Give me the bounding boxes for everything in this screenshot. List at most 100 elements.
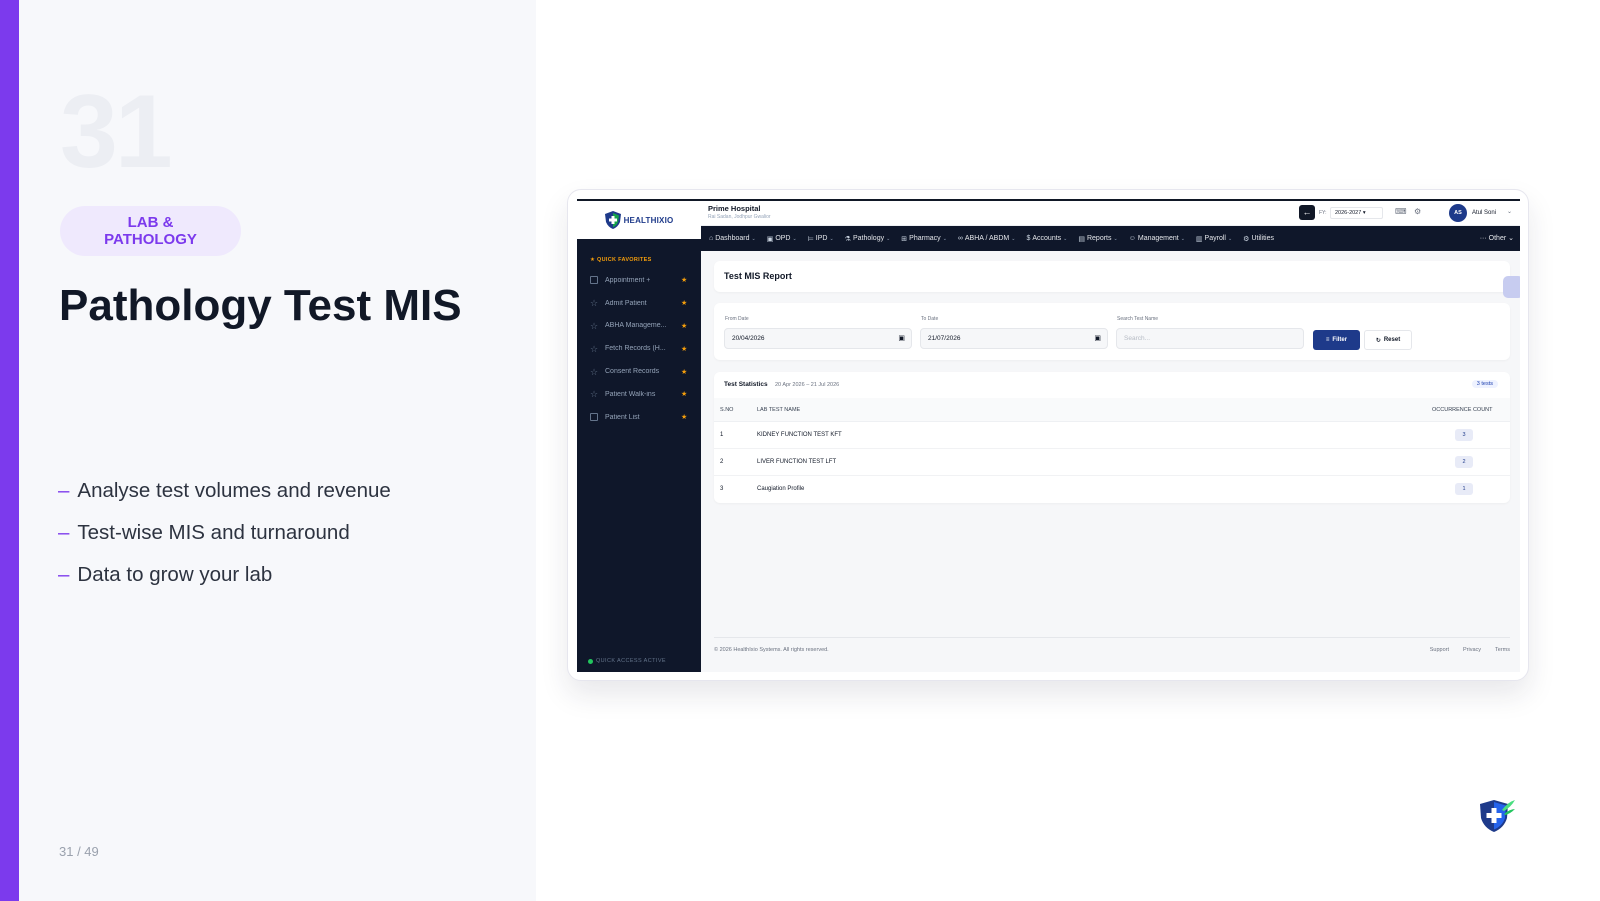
bullet-list: – Analyse test volumes and revenue – Test-… xyxy=(58,470,391,596)
sidebar-item-consent-records[interactable]: ☆ Consent Records ★ xyxy=(577,360,701,383)
nav-dashboard[interactable]: ⌂ Dashboard ⌄ xyxy=(709,235,756,242)
favorite-star-icon[interactable]: ★ xyxy=(681,345,687,353)
nav-label: ABHA / ABDM xyxy=(964,235,1010,242)
statistics-table-card: Test Statistics 20 Apr 2026 – 21 Jul 202… xyxy=(714,372,1510,503)
screenshot-frame: HEALTHIXIO ★ QUICK FAVORITES Appointment… xyxy=(567,189,1529,681)
nav-utilities[interactable]: ⚙ Utilities xyxy=(1243,235,1274,243)
table-header: S.NO LAB TEST NAME OCCURRENCE COUNT xyxy=(714,398,1510,422)
nav-reports[interactable]: ▤ Reports ⌄ xyxy=(1078,235,1117,243)
nav-other-label: ··· Other xyxy=(1479,235,1507,242)
shield-logo-icon xyxy=(604,211,621,229)
favorite-star-icon[interactable]: ★ xyxy=(681,322,687,330)
nav-label: OPD xyxy=(775,235,791,242)
calendar-icon xyxy=(590,276,598,285)
search-placeholder: Search... xyxy=(1124,335,1151,342)
sidebar-item-label: Consent Records xyxy=(605,368,660,376)
sidebar: HEALTHIXIO ★ QUICK FAVORITES Appointment… xyxy=(577,201,701,672)
nav-abha-abdm[interactable]: ∞ ABHA / ABDM ⌄ xyxy=(958,235,1016,242)
sidebar-item-appointment[interactable]: Appointment + ★ xyxy=(577,269,701,292)
cell-test-name: KIDNEY FUNCTION TEST KFT xyxy=(757,432,842,438)
nav-other[interactable]: ··· Other ⌄ xyxy=(1480,234,1514,242)
count-badge: 3 tests xyxy=(1471,380,1498,388)
search-input[interactable]: Search... xyxy=(1116,328,1304,349)
sidebar-item-patient-walkins[interactable]: ☆ Patient Walk-ins ★ xyxy=(577,383,701,406)
table-row[interactable]: 2 LIVER FUNCTION TEST LFT 2 xyxy=(714,449,1510,476)
favorite-star-icon[interactable]: ★ xyxy=(681,390,687,398)
nav-pathology[interactable]: ⚗ Pathology ⌄ xyxy=(845,235,891,243)
filter-button[interactable]: ≡ Filter xyxy=(1313,330,1360,350)
report-icon: ▤ xyxy=(1078,235,1085,243)
category-pill: LAB & PATHOLOGY xyxy=(60,206,241,256)
table-row[interactable]: 1 KIDNEY FUNCTION TEST KFT 3 xyxy=(714,422,1510,449)
star-icon: ☆ xyxy=(590,389,599,400)
brand-name: HEALTHIXIO xyxy=(623,215,674,225)
sidebar-item-label: Admit Patient xyxy=(605,299,647,307)
nav-payroll[interactable]: ▥ Payroll ⌄ xyxy=(1196,235,1232,243)
nav-label: IPD xyxy=(815,235,828,242)
column-header-sno: S.NO xyxy=(720,407,734,413)
fy-label: FY: xyxy=(1319,210,1327,216)
column-header-count: OCCURRENCE COUNT xyxy=(1432,407,1493,413)
gear-icon: ⚙ xyxy=(1243,235,1250,243)
page-title: Test MIS Report xyxy=(724,271,792,281)
avatar[interactable]: AS xyxy=(1449,204,1467,222)
favorite-star-icon[interactable]: ★ xyxy=(681,413,687,421)
footer-link-terms[interactable]: Terms xyxy=(1495,647,1510,653)
calendar-icon[interactable]: ▣ xyxy=(898,334,905,342)
link-icon: ∞ xyxy=(957,235,963,242)
nav-label: Dashboard xyxy=(715,235,750,242)
nav-pharmacy[interactable]: ⊞ Pharmacy ⌄ xyxy=(901,235,947,243)
cell-test-name: Caugiation Profile xyxy=(757,486,805,492)
chevron-down-icon: ⌄ xyxy=(792,235,797,242)
reset-button[interactable]: ↻ Reset xyxy=(1364,330,1412,350)
chevron-down-icon: ⌄ xyxy=(1508,235,1514,242)
nav-label: Pathology xyxy=(852,235,885,242)
chevron-down-icon[interactable]: ⌄ xyxy=(1507,208,1512,215)
hospital-name: Prime Hospital xyxy=(708,204,761,213)
expand-panel-button[interactable] xyxy=(1503,276,1520,298)
cell-sno: 1 xyxy=(720,432,724,438)
user-name[interactable]: Atul Soni xyxy=(1472,210,1496,216)
sidebar-item-admit-patient[interactable]: ☆ Admit Patient ★ xyxy=(577,292,701,315)
nav-ipd[interactable]: ⊨ IPD ⌄ xyxy=(808,235,834,243)
reset-button-label: Reset xyxy=(1383,337,1401,343)
nav-label: Payroll xyxy=(1204,235,1226,242)
to-date-field[interactable]: 21/07/2026 ▣ xyxy=(920,328,1108,349)
footer-link-support[interactable]: Support xyxy=(1430,647,1449,653)
sidebar-item-label: ABHA Manageme... xyxy=(605,322,667,330)
table-row[interactable]: 3 Caugiation Profile 1 xyxy=(714,476,1510,503)
app-footer: © 2026 HealthIxio Systems. All rights re… xyxy=(714,637,1510,665)
chevron-down-icon: ⌄ xyxy=(829,235,834,242)
calendar-icon[interactable]: ▣ xyxy=(1094,334,1101,342)
quick-access-status: QUICK ACCESS ACTIVE xyxy=(588,658,666,664)
nav-opd[interactable]: ▣ OPD ⌄ xyxy=(767,235,797,243)
favorite-star-icon[interactable]: ★ xyxy=(681,368,687,376)
nav-management[interactable]: ☺ Management ⌄ xyxy=(1129,235,1185,242)
nav-label: Utilities xyxy=(1251,235,1274,242)
sidebar-item-abha-management[interactable]: ☆ ABHA Manageme... ★ xyxy=(577,315,701,338)
from-date-field[interactable]: 20/04/2026 ▣ xyxy=(724,328,912,349)
bullet-text: Test-wise MIS and turnaround xyxy=(77,521,350,544)
favorite-star-icon[interactable]: ★ xyxy=(681,276,687,284)
users-icon: ☺ xyxy=(1128,235,1136,242)
sidebar-item-patient-list[interactable]: Patient List ★ xyxy=(577,406,701,429)
bullet-marker: – xyxy=(58,563,70,586)
nav-accounts[interactable]: $ Accounts ⌄ xyxy=(1026,235,1067,242)
column-header-name: LAB TEST NAME xyxy=(757,407,801,413)
back-button[interactable]: ← xyxy=(1299,205,1315,220)
cell-count: 1 xyxy=(1455,483,1473,495)
star-icon: ☆ xyxy=(590,343,599,354)
favorite-star-icon[interactable]: ★ xyxy=(681,299,687,307)
footer-link-privacy[interactable]: Privacy xyxy=(1463,647,1481,653)
fy-select[interactable]: 2026-2027 ▾ xyxy=(1330,207,1383,219)
chevron-down-icon: ⌄ xyxy=(1011,235,1016,242)
chevron-down-icon: ⌄ xyxy=(1180,235,1185,242)
app-logo[interactable]: HEALTHIXIO xyxy=(577,201,701,239)
app-window: HEALTHIXIO ★ QUICK FAVORITES Appointment… xyxy=(577,199,1520,672)
filter-icon: ≡ xyxy=(1325,337,1330,343)
fy-value: 2026-2027 xyxy=(1335,210,1362,216)
sidebar-item-label: Patient Walk-ins xyxy=(605,390,656,398)
keyboard-icon[interactable]: ⌨ xyxy=(1395,207,1407,216)
sidebar-item-fetch-records[interactable]: ☆ Fetch Records (H... ★ xyxy=(577,337,701,360)
gear-icon[interactable]: ⚙ xyxy=(1414,207,1421,216)
